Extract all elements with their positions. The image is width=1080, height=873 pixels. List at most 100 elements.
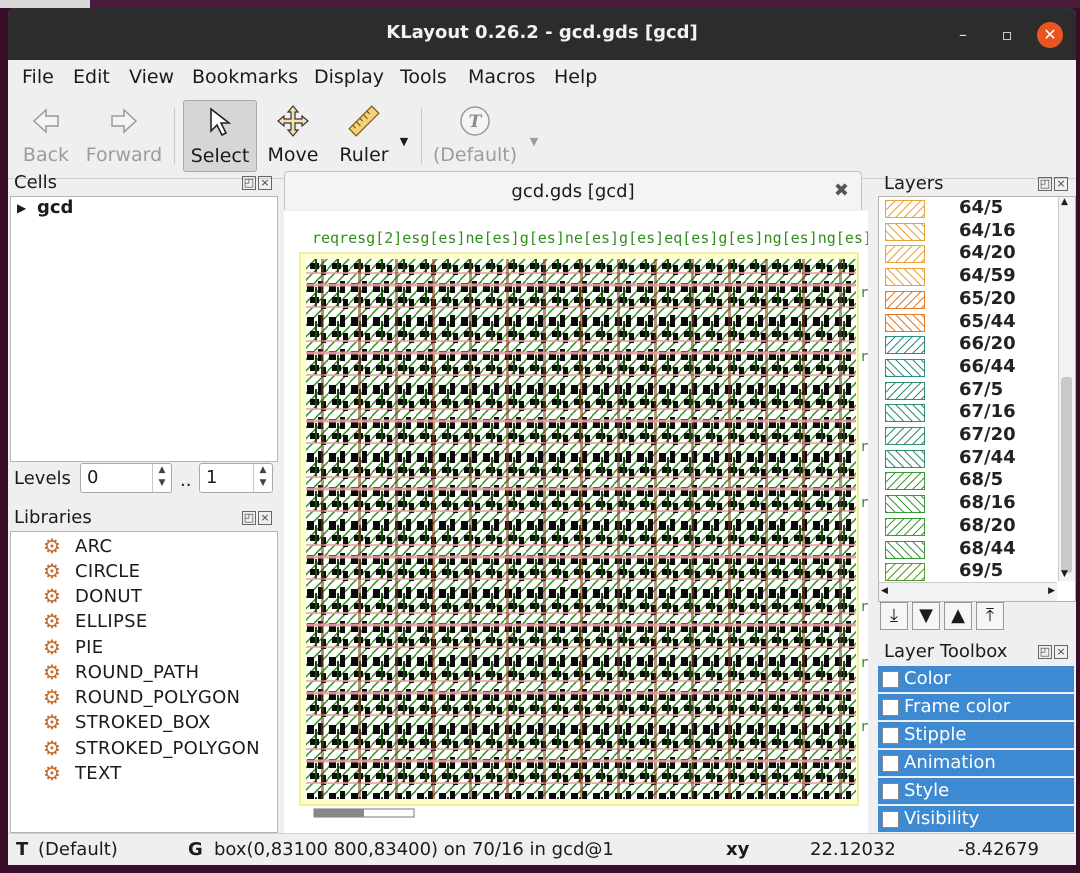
toolbar-separator-2 <box>421 108 422 164</box>
layer-row[interactable]: 67/44 <box>885 447 1071 469</box>
default-mode-button[interactable]: T (Default) <box>432 100 518 170</box>
checkbox[interactable] <box>882 671 899 688</box>
scroll-down-icon[interactable]: ▼ <box>1061 569 1068 579</box>
layer-row[interactable]: 64/20 <box>885 242 1071 264</box>
move-to-top-icon[interactable]: ⤒ <box>976 602 1004 630</box>
levels-label: Levels <box>14 468 71 489</box>
layer-row[interactable]: 67/5 <box>885 379 1071 401</box>
layers-hscrollbar[interactable]: ◀ ▶ <box>879 582 1057 601</box>
default-mode-label: (Default) <box>432 144 518 166</box>
ruler-dropdown[interactable]: ▼ <box>396 100 412 170</box>
menu-display[interactable]: Display <box>314 66 384 88</box>
float-icon[interactable]: ◰ <box>242 176 256 190</box>
layer-row[interactable]: 64/16 <box>885 220 1071 242</box>
toolbox-style[interactable]: Style <box>878 778 1074 804</box>
layer-row[interactable]: 68/16 <box>885 492 1071 514</box>
move-label: Move <box>267 144 319 166</box>
close-tab-icon[interactable]: ✖ <box>834 180 849 201</box>
ruler-button[interactable]: Ruler <box>332 100 396 170</box>
toolbox-visibility[interactable]: Visibility <box>878 806 1074 832</box>
layers-scrollbar[interactable]: ▲ ▼ <box>1058 197 1075 581</box>
checkbox[interactable] <box>882 783 899 800</box>
toolbox-animation[interactable]: Animation <box>878 750 1074 776</box>
levels-separator: .. <box>180 470 192 491</box>
gear-icon: ⚙ <box>43 685 62 709</box>
scroll-left-icon[interactable]: ◀ <box>881 586 888 596</box>
checkbox[interactable] <box>882 699 899 716</box>
layer-toolbox-title: Layer Toolbox <box>884 641 1008 662</box>
expand-arrow-icon[interactable]: ▶ <box>17 201 26 215</box>
checkbox[interactable] <box>882 755 899 772</box>
library-list[interactable]: ⚙ ARC ⚙ CIRCLE ⚙ DONUT ⚙ ELLIPSE ⚙ PIE ⚙ ROUND… <box>10 531 278 833</box>
layer-row[interactable]: 64/5 <box>885 197 1071 219</box>
libraries-title: Libraries <box>14 507 92 528</box>
spin-arrows-icon[interactable]: ▲ ▼ <box>253 464 272 492</box>
svg-text:re: re <box>860 349 868 365</box>
gear-icon: ⚙ <box>43 584 62 608</box>
forward-button[interactable]: Forward <box>84 100 164 170</box>
float-icon[interactable]: ◰ <box>1038 645 1052 659</box>
menu-bookmarks[interactable]: Bookmarks <box>192 66 298 88</box>
checkbox[interactable] <box>882 811 899 828</box>
move-button[interactable]: Move <box>262 100 324 170</box>
layer-row[interactable]: 66/44 <box>885 356 1071 378</box>
move-up-icon[interactable]: ▲ <box>944 602 972 630</box>
cell-item-gcd[interactable]: gcd <box>37 197 73 218</box>
layer-swatch <box>885 563 925 582</box>
toolbox-stipple[interactable]: Stipple <box>878 722 1074 748</box>
default-mode-dropdown[interactable]: ▼ <box>526 100 542 170</box>
status-x-coord: 22.12032 <box>810 839 896 860</box>
layer-row[interactable]: 64/59 <box>885 265 1071 287</box>
layer-row[interactable]: 65/20 <box>885 288 1071 310</box>
move-down-icon[interactable]: ▼ <box>912 602 940 630</box>
close-icon[interactable]: × <box>258 176 272 190</box>
toolbox-frame-color[interactable]: Frame color <box>878 694 1074 720</box>
float-icon[interactable]: ◰ <box>242 511 256 525</box>
close-icon[interactable]: × <box>258 511 272 525</box>
layer-row[interactable]: 68/5 <box>885 469 1071 491</box>
menu-edit[interactable]: Edit <box>73 66 110 88</box>
levels-from-spinbox[interactable]: 0 ▲ ▼ <box>80 463 172 493</box>
scroll-thumb[interactable] <box>1061 377 1072 573</box>
spin-arrows-icon[interactable]: ▲ ▼ <box>152 464 171 492</box>
move-to-bottom-icon[interactable]: ⤓ <box>880 602 908 630</box>
layer-row[interactable]: 68/20 <box>885 515 1071 537</box>
svg-text:re: re <box>860 495 868 511</box>
scroll-up-icon[interactable]: ▲ <box>1061 197 1068 207</box>
layout-tab[interactable]: gcd.gds [gcd] ✖ <box>284 171 862 210</box>
layer-row[interactable]: 65/44 <box>885 311 1071 333</box>
float-icon[interactable]: ◰ <box>1038 177 1052 191</box>
layer-swatch <box>885 495 925 514</box>
checkbox[interactable] <box>882 727 899 744</box>
levels-to-spinbox[interactable]: 1 ▲ ▼ <box>199 463 273 493</box>
close-icon[interactable]: × <box>1054 177 1068 191</box>
toolbox-color[interactable]: Color <box>878 666 1074 692</box>
layer-list[interactable]: 64/5 64/16 64/20 64/59 65/20 65/44 66/20… <box>878 196 1076 602</box>
layer-row[interactable]: 67/20 <box>885 424 1071 446</box>
close-button[interactable]: ✕ <box>1037 22 1063 48</box>
gear-icon: ⚙ <box>43 660 62 684</box>
status-t-key: T <box>16 839 29 860</box>
layer-row[interactable]: 67/16 <box>885 401 1071 423</box>
select-button[interactable]: Select <box>183 100 257 172</box>
layer-row[interactable]: 69/5 <box>885 560 1071 582</box>
menu-file[interactable]: File <box>22 66 54 88</box>
layout-canvas[interactable]: reqresg[2]esg[es]ne[es]g[es]ne[es]g[es]e… <box>284 211 868 833</box>
maximize-button[interactable]: ▫ <box>994 22 1020 48</box>
menu-macros[interactable]: Macros <box>468 66 535 88</box>
text-tool-icon: T <box>432 104 518 138</box>
scroll-right-icon[interactable]: ▶ <box>1048 586 1055 596</box>
back-button[interactable]: Back <box>16 100 76 170</box>
svg-text:re: re <box>860 599 868 615</box>
menu-view[interactable]: View <box>129 66 174 88</box>
layer-row[interactable]: 66/20 <box>885 333 1071 355</box>
cell-tree[interactable]: ▶ gcd <box>10 196 278 462</box>
minimize-button[interactable]: – <box>950 22 976 48</box>
layer-row[interactable]: 68/44 <box>885 538 1071 560</box>
menu-help[interactable]: Help <box>554 66 597 88</box>
levels-from-value: 0 <box>87 467 99 488</box>
close-icon[interactable]: × <box>1054 645 1068 659</box>
menu-tools[interactable]: Tools <box>400 66 447 88</box>
arrow-left-icon <box>16 104 76 138</box>
layer-swatch <box>885 313 925 332</box>
